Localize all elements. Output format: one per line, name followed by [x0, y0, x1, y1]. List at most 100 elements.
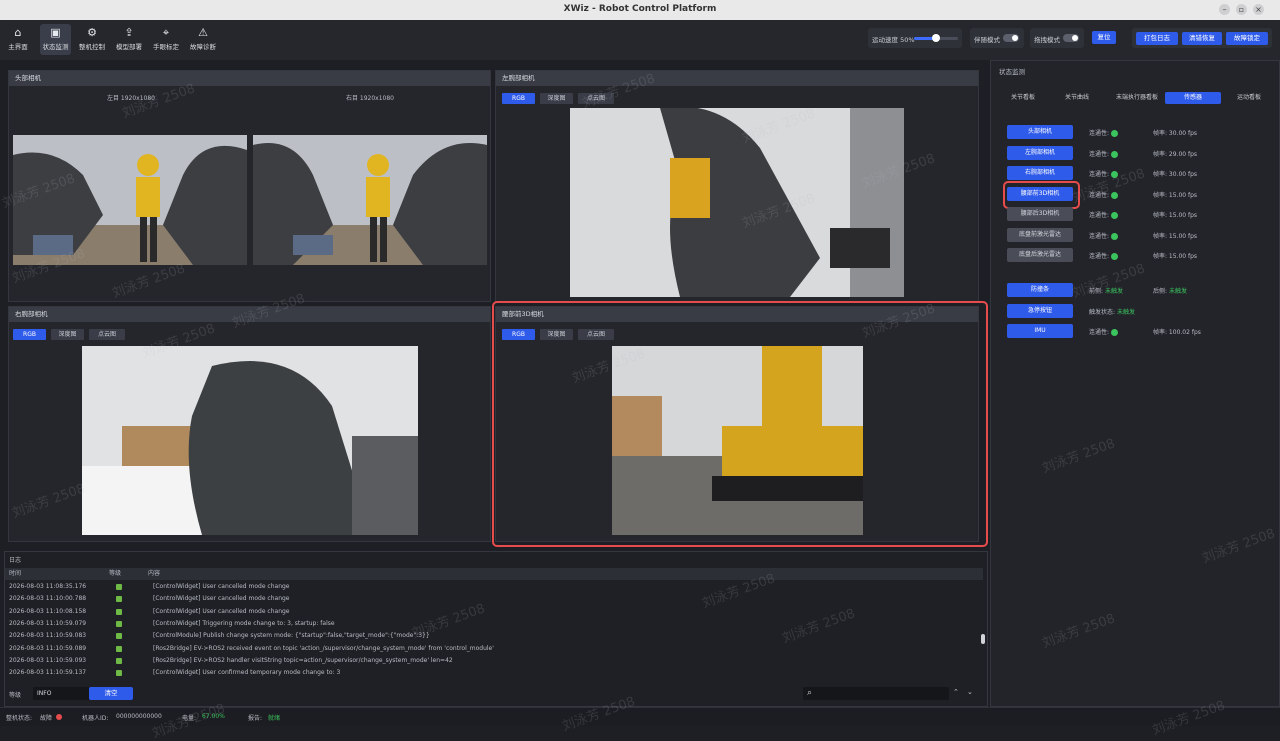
- tab-motion-board[interactable]: 运动看板: [1225, 92, 1273, 104]
- follow-mode-toggle[interactable]: [1003, 34, 1019, 42]
- log-time: 2026-08-03 11:10:59.083: [9, 632, 87, 640]
- reset-button[interactable]: 复位: [1092, 31, 1116, 44]
- tab-pointcloud[interactable]: 点云图: [89, 329, 125, 340]
- log-content: [Ros2Bridge] EV->ROS2 handler visitStrin…: [153, 656, 453, 664]
- tab-sensors[interactable]: 传感器: [1165, 92, 1221, 104]
- speed-slider-thumb[interactable]: [932, 34, 940, 42]
- connectivity-status: 连通性:: [1089, 327, 1119, 336]
- robot-control-icon: ⚙: [87, 26, 97, 39]
- status-ok-icon: [1111, 192, 1119, 199]
- tab-joint-curve[interactable]: 关节曲线: [1055, 92, 1099, 104]
- log-content: [ControlWidget] User cancelled mode chan…: [153, 583, 290, 590]
- log-content: [Ros2Bridge] EV->ROS2 received event on …: [153, 644, 494, 652]
- log-scrollbar[interactable]: [981, 634, 985, 644]
- info-level-icon: [116, 633, 122, 640]
- search-icon: ⌕: [807, 688, 813, 698]
- frame-rate: 帧率: 30.00 fps: [1153, 130, 1198, 137]
- tab-rgb[interactable]: RGB: [13, 329, 46, 340]
- log-row[interactable]: 2026-08-03 11:08:35.176 [ControlWidget] U…: [5, 581, 981, 593]
- tab-rgb[interactable]: RGB: [502, 93, 535, 104]
- log-content: [ControlWidget] User confirmed temporary…: [153, 669, 341, 677]
- status-ok-icon: [1111, 130, 1119, 137]
- sensor-button-imu[interactable]: IMU: [1007, 324, 1073, 338]
- frame-rate: 帧率: 15.00 fps: [1153, 192, 1198, 199]
- connectivity-status: 连通性:: [1089, 169, 1119, 178]
- log-row[interactable]: 2026-08-03 11:10:59.083 [ControlModule] P…: [5, 630, 981, 642]
- nav-label: 主界面: [8, 43, 28, 51]
- log-header: 时间 等级 内容: [5, 568, 983, 580]
- log-search-input[interactable]: ⌕: [803, 687, 949, 700]
- pack-log-button[interactable]: 打包日志: [1136, 32, 1178, 45]
- nav-label: 故障诊断: [190, 43, 216, 51]
- nav-label: 状态监测: [42, 43, 69, 51]
- connectivity-label: 连通性:: [1089, 171, 1110, 178]
- sensor-button-chassis-front-lidar[interactable]: 底盘前激光雷达: [1007, 228, 1073, 242]
- speed-slider[interactable]: [914, 34, 958, 42]
- search-next-icon[interactable]: ⌄: [967, 688, 973, 696]
- fault-lock-button[interactable]: 故障锁定: [1226, 32, 1268, 45]
- tab-depth[interactable]: 深度图: [51, 329, 84, 340]
- nav-calibration-button[interactable]: ⌖ 手眼标定: [151, 24, 181, 55]
- drag-mode-toggle[interactable]: [1063, 34, 1079, 42]
- info-level-icon: [116, 608, 122, 615]
- sensor-highlight-frame: [1003, 181, 1080, 209]
- nav-diagnosis-button[interactable]: ⚠ 故障诊断: [188, 24, 218, 55]
- nav-monitor-button[interactable]: ▣ 状态监测: [40, 24, 71, 55]
- log-row[interactable]: 2026-08-03 11:10:59.137 [ControlWidget] U…: [5, 667, 981, 679]
- sensor-button-head-camera[interactable]: 头部相机: [1007, 125, 1073, 139]
- status-ok-icon: [1111, 329, 1119, 336]
- sensor-button-waist-back-camera[interactable]: 腰部后3D相机: [1007, 207, 1073, 221]
- close-icon[interactable]: ×: [1253, 4, 1264, 15]
- robot-state-label: 整机状态:: [6, 715, 33, 722]
- log-header-content: 内容: [148, 570, 161, 577]
- status-ok-icon: [1111, 171, 1119, 178]
- nav-deploy-button[interactable]: ⇪ 模型部署: [114, 24, 144, 55]
- maximize-icon[interactable]: ▫: [1236, 4, 1247, 15]
- info-level-icon: [116, 657, 122, 664]
- log-row[interactable]: 2026-08-03 11:10:08.158 [ControlWidget] U…: [5, 606, 981, 618]
- nav-home-button[interactable]: ⌂ 主界面: [4, 24, 32, 55]
- status-ok-icon: [1111, 233, 1119, 240]
- log-row[interactable]: 2026-08-03 11:10:00.788 [ControlWidget] U…: [5, 593, 981, 605]
- diagnosis-icon: ⚠: [198, 26, 208, 39]
- battery-label: 电量:: [182, 715, 197, 722]
- minimize-icon[interactable]: –: [1219, 4, 1230, 15]
- panel-title: 右腕部相机: [9, 307, 490, 322]
- connectivity-label: 连通性:: [1089, 212, 1110, 219]
- connectivity-label: 连通性:: [1089, 233, 1110, 240]
- clear-log-button[interactable]: 清空: [89, 687, 133, 700]
- clear-fault-button[interactable]: 清错恢复: [1182, 32, 1222, 45]
- sensor-button-collision-strip[interactable]: 防撞条: [1007, 283, 1073, 297]
- estop-status: 触发状态: 未触发: [1089, 307, 1135, 316]
- log-header-level: 等级: [109, 570, 122, 577]
- frame-rate: 帧率: 100.02 fps: [1153, 329, 1201, 336]
- level-select[interactable]: INFO: [33, 687, 89, 700]
- log-time: 2026-08-03 11:10:00.788: [9, 595, 87, 603]
- head-camera-panel: 头部相机 左目 1920x1080 右目 1920x1080: [8, 70, 491, 302]
- log-row[interactable]: 2026-08-03 11:10:59.093 [Ros2Bridge] EV->…: [5, 655, 981, 667]
- log-row[interactable]: 2026-08-03 11:10:59.079 [ControlWidget] T…: [5, 618, 981, 630]
- highlight-frame: [492, 301, 988, 547]
- nav-robot-control-button[interactable]: ⚙ 整机控制: [77, 24, 107, 55]
- log-time: 2026-08-03 11:10:08.158: [9, 607, 87, 615]
- battery-value: 67.00%: [202, 713, 225, 720]
- info-level-icon: [116, 596, 122, 603]
- sensor-button-estop[interactable]: 急停按钮: [1007, 304, 1073, 318]
- tab-end-effector-board[interactable]: 末端执行器看板: [1107, 92, 1167, 104]
- drag-mode-label: 拖拽模式: [1034, 36, 1060, 44]
- search-prev-icon[interactable]: ⌃: [953, 688, 959, 696]
- right-wrist-image: [82, 346, 418, 535]
- info-level-icon: [116, 645, 122, 652]
- log-content: [ControlWidget] User cancelled mode chan…: [153, 595, 290, 603]
- log-title: 日志: [9, 557, 22, 564]
- sensor-button-chassis-back-lidar[interactable]: 底盘后激光雷达: [1007, 248, 1073, 262]
- log-row[interactable]: 2026-08-03 11:10:59.089 [Ros2Bridge] EV->…: [5, 643, 981, 655]
- tab-joint-board[interactable]: 关节看板: [1001, 92, 1045, 104]
- tab-depth[interactable]: 深度图: [540, 93, 573, 104]
- sensor-button-left-wrist-camera[interactable]: 左腕部相机: [1007, 146, 1073, 160]
- tab-pointcloud[interactable]: 点云图: [578, 93, 614, 104]
- info-level-icon: [116, 584, 122, 590]
- sensor-button-right-wrist-camera[interactable]: 右腕部相机: [1007, 166, 1073, 180]
- connectivity-status: 连通性:: [1089, 210, 1119, 219]
- collision-back-label: 后侧:: [1153, 288, 1168, 295]
